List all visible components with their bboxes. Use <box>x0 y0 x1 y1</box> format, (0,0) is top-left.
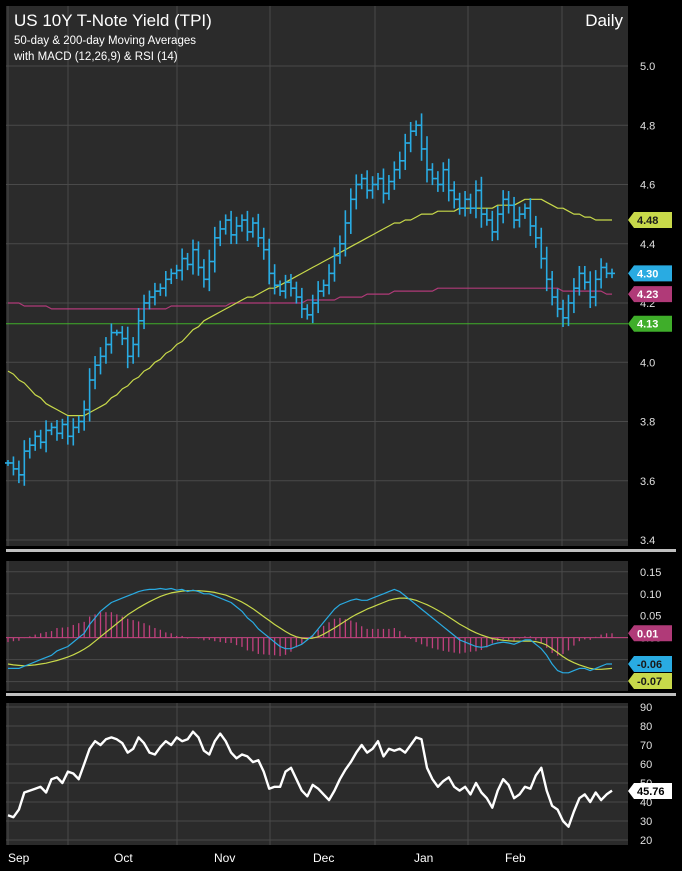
month-label: Sep <box>8 851 30 865</box>
chart-subtitle-line-1: 50-day & 200-day Moving Averages <box>14 35 196 47</box>
month-label: Oct <box>114 851 133 865</box>
chart-window: 3.43.63.84.04.24.44.64.85.0-0.10-0.050.0… <box>0 0 682 871</box>
y-tick-label: 3.8 <box>640 417 655 429</box>
panel-divider <box>6 693 676 696</box>
y-tick-label: 4.8 <box>640 120 655 132</box>
month-label: Feb <box>505 851 526 865</box>
period-label: Daily <box>585 11 623 30</box>
y-tick-label: 30 <box>640 816 652 828</box>
y-tick-label: 0.15 <box>640 567 661 579</box>
value-tag-label: 4.13 <box>637 319 658 331</box>
value-tag-label: -0.06 <box>637 659 662 671</box>
y-tick-label: 3.6 <box>640 476 655 488</box>
y-tick-label: 90 <box>640 702 652 714</box>
y-tick-label: 70 <box>640 740 652 752</box>
y-tick-label: 4.6 <box>640 180 655 192</box>
value-tag-label: 0.01 <box>637 628 658 640</box>
value-tag-label: 4.23 <box>637 289 658 301</box>
month-label: Nov <box>214 851 235 865</box>
y-tick-label: 5.0 <box>640 61 655 73</box>
value-tag-label: 4.48 <box>637 215 658 227</box>
chart-title: US 10Y T-Note Yield (TPI) <box>14 11 212 30</box>
value-tag-label: 4.30 <box>637 268 658 280</box>
rsi-panel <box>6 703 628 845</box>
stock-chart: 3.43.63.84.04.24.44.64.85.0-0.10-0.050.0… <box>5 6 676 865</box>
y-tick-label: 4.4 <box>640 239 655 251</box>
y-tick-label: 60 <box>640 759 652 771</box>
y-tick-label: 3.4 <box>640 535 655 547</box>
y-tick-label: 0.10 <box>640 589 661 601</box>
chart-subtitle-line-2: with MACD (12,26,9) & RSI (14) <box>13 51 178 63</box>
macd-panel <box>6 561 628 691</box>
panel-divider <box>6 549 676 552</box>
month-label: Jan <box>414 851 433 865</box>
value-tag-label: 45.76 <box>637 786 665 798</box>
y-tick-label: 20 <box>640 835 652 847</box>
month-label: Dec <box>313 851 334 865</box>
y-tick-label: 0.05 <box>640 611 661 623</box>
y-tick-label: 4.0 <box>640 357 655 369</box>
price-panel <box>6 6 628 546</box>
y-tick-label: 80 <box>640 721 652 733</box>
value-tag-label: -0.07 <box>637 676 662 688</box>
